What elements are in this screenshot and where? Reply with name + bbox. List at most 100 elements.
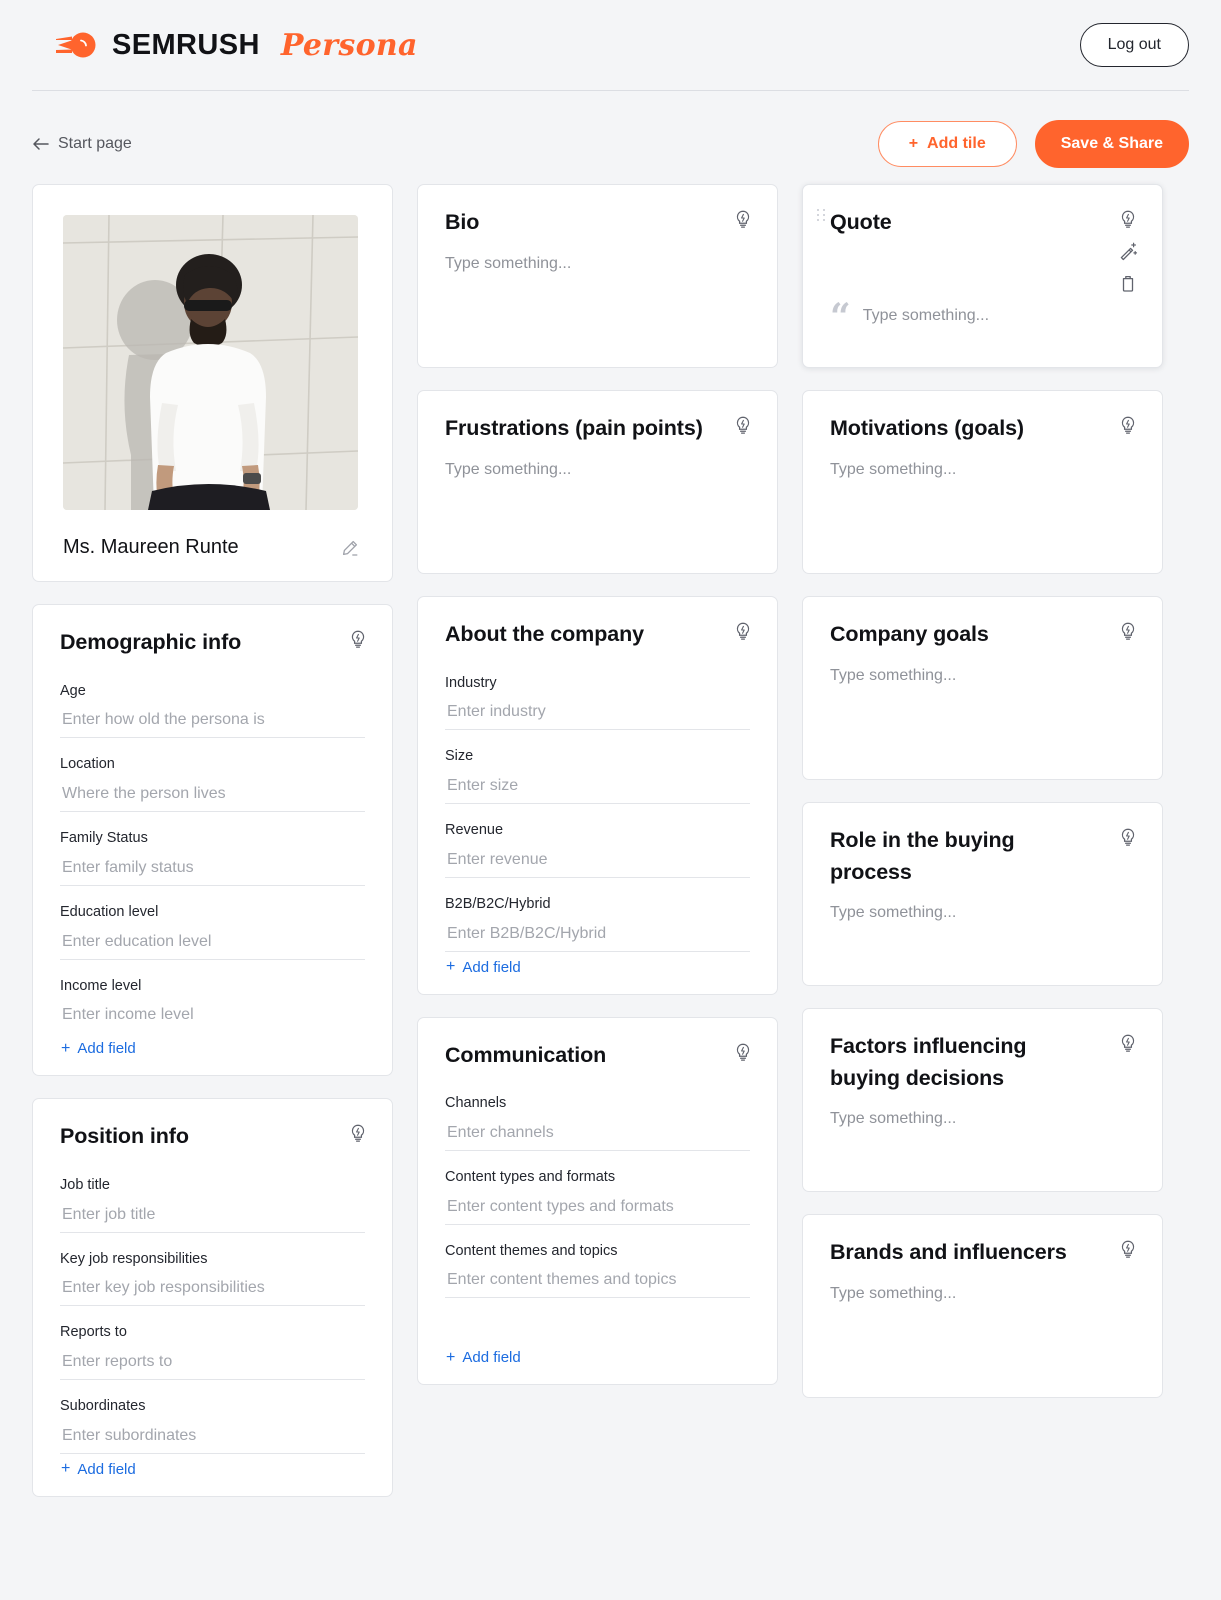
- field-row: Family Status Enter family status: [60, 812, 365, 886]
- field-input-subordinates[interactable]: Enter subordinates: [60, 1418, 365, 1454]
- drag-handle-icon[interactable]: [817, 209, 826, 221]
- lightbulb-idea-icon[interactable]: [1118, 621, 1138, 641]
- field-input-channels[interactable]: Enter channels: [445, 1115, 750, 1151]
- field-label: Revenue: [445, 822, 504, 839]
- field-row: Job title Enter job title: [60, 1159, 365, 1233]
- back-to-start-page-link[interactable]: Start page: [32, 135, 132, 153]
- tile-body: Type something...: [418, 445, 777, 481]
- frustrations-text-input[interactable]: Type something...: [445, 459, 750, 481]
- field-input-education-level[interactable]: Enter education level: [60, 924, 365, 960]
- field-label: Key job responsibilities: [60, 1250, 208, 1267]
- field-input-size[interactable]: Enter size: [445, 768, 750, 805]
- field-input-age[interactable]: Enter how old the persona is: [60, 702, 365, 739]
- add-tile-label: Add tile: [927, 135, 986, 152]
- pencil-icon[interactable]: [340, 538, 360, 558]
- add-field-button[interactable]: + Add field: [445, 1342, 750, 1384]
- factors-text-input[interactable]: Type something...: [830, 1108, 1135, 1130]
- tile-frustrations: Frustrations (pain points) Type somethin…: [417, 390, 778, 574]
- motivations-text-input[interactable]: Type something...: [830, 459, 1135, 481]
- add-field-button[interactable]: + Add field: [445, 952, 750, 994]
- lightbulb-idea-icon[interactable]: [1118, 415, 1138, 435]
- tile-position-info: Position info Job title Enter job title: [32, 1098, 393, 1497]
- field-row: Size Enter size: [445, 730, 750, 805]
- brands-text-input[interactable]: Type something...: [830, 1283, 1135, 1305]
- field-input-family-status[interactable]: Enter family status: [60, 850, 365, 886]
- lightbulb-idea-icon[interactable]: [348, 1123, 368, 1143]
- magic-wand-icon[interactable]: [1118, 241, 1138, 261]
- trash-icon[interactable]: [1118, 273, 1138, 293]
- field-input-key-responsibilities[interactable]: Enter key job responsibilities: [60, 1270, 365, 1307]
- field-row: Education level Enter education level: [60, 886, 365, 960]
- back-link-label: Start page: [58, 135, 132, 152]
- lightbulb-idea-icon[interactable]: [1118, 1239, 1138, 1259]
- field-input-job-title[interactable]: Enter job title: [60, 1197, 365, 1233]
- company-goals-text-input[interactable]: Type something...: [830, 665, 1135, 687]
- field-input-revenue[interactable]: Enter revenue: [445, 842, 750, 878]
- tile-title: Frustrations (pain points): [445, 416, 703, 440]
- field-input-reports-to[interactable]: Enter reports to: [60, 1344, 365, 1381]
- field-input-content-types[interactable]: Enter content types and formats: [445, 1189, 750, 1225]
- field-row: Key job responsibilities Enter key job r…: [60, 1233, 365, 1307]
- field-input-location[interactable]: Where the person lives: [60, 776, 365, 813]
- logout-button[interactable]: Log out: [1079, 23, 1189, 67]
- tile-icon-group: [1118, 1031, 1138, 1053]
- field-row: B2B/B2C/Hybrid Enter B2B/B2C/Hybrid: [445, 878, 750, 952]
- lightbulb-idea-icon[interactable]: [733, 621, 753, 641]
- plus-icon: +: [61, 1039, 71, 1057]
- lightbulb-idea-icon[interactable]: [348, 629, 368, 649]
- tile-header: Frustrations (pain points): [418, 391, 777, 445]
- lightbulb-idea-icon[interactable]: [733, 415, 753, 435]
- tile-title: Company goals: [830, 622, 989, 646]
- persona-name-row: Ms. Maureen Runte: [63, 536, 362, 559]
- add-tile-button[interactable]: + Add tile: [877, 121, 1017, 167]
- field-input-industry[interactable]: Enter industry: [445, 694, 750, 731]
- toolbar: Start page + Add tile Save & Share: [0, 91, 1221, 169]
- tile-icon-group: [1118, 207, 1138, 293]
- lightbulb-idea-icon[interactable]: [1118, 827, 1138, 847]
- persona-photo[interactable]: [63, 215, 358, 510]
- lightbulb-idea-icon[interactable]: [1118, 1033, 1138, 1053]
- bio-text-input[interactable]: Type something...: [445, 253, 750, 275]
- field-label: Job title: [60, 1176, 110, 1193]
- lightbulb-idea-icon[interactable]: [1118, 209, 1138, 229]
- tile-icon-group: [733, 619, 753, 641]
- add-field-button[interactable]: + Add field: [60, 1033, 365, 1075]
- field-input-b2b-b2c-hybrid[interactable]: Enter B2B/B2C/Hybrid: [445, 916, 750, 952]
- field-input-income-level[interactable]: Enter income level: [60, 997, 365, 1033]
- add-field-button[interactable]: + Add field: [60, 1454, 365, 1496]
- field-label: B2B/B2C/Hybrid: [445, 895, 551, 912]
- tile-icon-group: [1118, 1237, 1138, 1259]
- app-header: SEMRUSH Persona Log out: [0, 0, 1221, 90]
- tile-icon-group: [733, 1040, 753, 1062]
- tile-title: Quote: [830, 210, 892, 234]
- tile-company-goals: Company goals Type something...: [802, 596, 1163, 780]
- role-buying-text-input[interactable]: Type something...: [830, 902, 1135, 924]
- field-label: Channels: [445, 1095, 507, 1112]
- tile-header: Motivations (goals): [803, 391, 1162, 445]
- tiles-board: Ms. Maureen Runte Demographic info Age E…: [0, 169, 1221, 1497]
- plus-icon: +: [61, 1460, 71, 1478]
- field-row: Reports to Enter reports to: [60, 1306, 365, 1381]
- plus-icon: +: [446, 958, 456, 976]
- lightbulb-idea-icon[interactable]: [733, 1042, 753, 1062]
- field-label: Location: [60, 756, 115, 773]
- add-field-label: Add field: [462, 1349, 521, 1367]
- field-label: Age: [60, 682, 86, 699]
- field-spacer: [445, 1298, 750, 1342]
- lightbulb-idea-icon[interactable]: [733, 209, 753, 229]
- brand-logo[interactable]: SEMRUSH Persona: [56, 28, 418, 63]
- tile-icon-group: [733, 413, 753, 435]
- field-label: Size: [445, 748, 474, 765]
- tile-brands-and-influencers: Brands and influencers Type something...: [802, 1214, 1163, 1398]
- save-and-share-button[interactable]: Save & Share: [1034, 120, 1189, 168]
- tile-title: Demographic info: [60, 630, 242, 654]
- field-input-content-themes[interactable]: Enter content themes and topics: [445, 1262, 750, 1299]
- persona-photo-image: [63, 215, 358, 510]
- field-row: Industry Enter industry: [445, 657, 750, 731]
- field-row: Income level Enter income level: [60, 960, 365, 1034]
- tile-about-the-company: About the company Industry Enter industr…: [417, 596, 778, 995]
- field-label: Content themes and topics: [445, 1242, 618, 1259]
- tile-icon-group: [348, 1121, 368, 1143]
- quote-text-input[interactable]: Type something...: [863, 305, 989, 327]
- plus-icon: +: [446, 1348, 456, 1366]
